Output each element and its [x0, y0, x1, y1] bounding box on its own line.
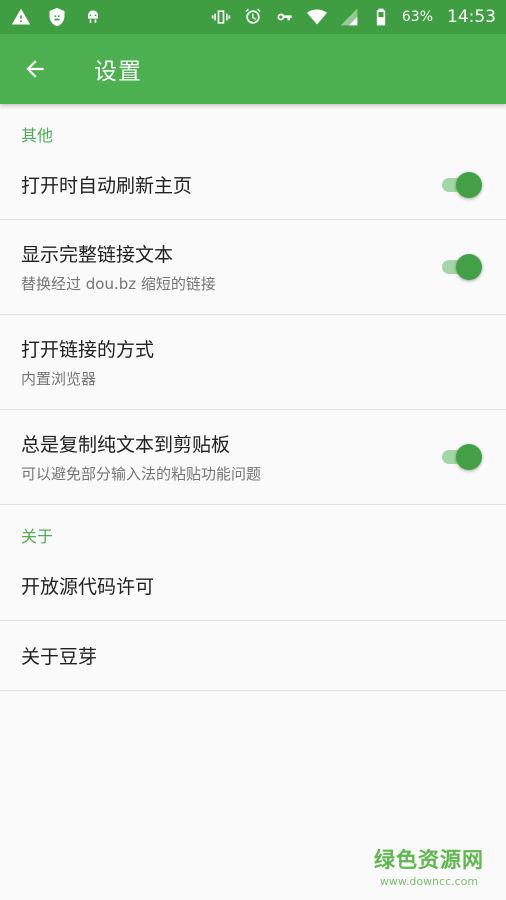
app-bar: 设置	[0, 34, 506, 104]
pref-summary: 内置浏览器	[21, 370, 97, 388]
pref-title: 总是复制纯文本到剪贴板	[21, 434, 231, 456]
full-link-text-toggle[interactable]	[442, 254, 482, 280]
battery-icon	[370, 6, 392, 28]
pref-open-source-licenses[interactable]: 开放源代码许可	[0, 551, 506, 621]
pref-title: 打开时自动刷新主页	[21, 175, 193, 197]
watermark-main: 绿色资源网	[374, 848, 484, 872]
section-header-about: 关于	[21, 527, 54, 546]
pref-title: 打开链接的方式	[21, 339, 155, 361]
alarm-icon	[242, 6, 264, 28]
key-icon	[274, 6, 296, 28]
wifi-icon	[306, 6, 328, 28]
pref-copy-plain-text[interactable]: 总是复制纯文本到剪贴板 可以避免部分输入法的粘贴功能问题	[0, 410, 506, 505]
pref-title: 关于豆芽	[21, 646, 98, 668]
toggle-thumb	[456, 254, 482, 280]
pref-title: 开放源代码许可	[21, 576, 155, 598]
vibrate-icon	[210, 6, 232, 28]
warning-icon	[10, 6, 32, 28]
watermark-sub: www.downcc.com	[379, 875, 479, 888]
page-title: 设置	[94, 59, 142, 85]
arrow-back-icon	[26, 60, 44, 78]
auto-refresh-toggle[interactable]	[442, 171, 482, 198]
pref-auto-refresh[interactable]: 打开时自动刷新主页	[0, 150, 506, 220]
status-icons-right: 63% 14:53	[210, 6, 496, 28]
pref-open-link-method[interactable]: 打开链接的方式 内置浏览器	[0, 315, 506, 410]
toggle-thumb	[456, 444, 482, 470]
copy-plain-text-toggle[interactable]	[442, 444, 482, 470]
pref-about-app[interactable]: 关于豆芽	[0, 621, 506, 691]
settings-list: 其他 打开时自动刷新主页 显示完整链接文本 替换经过 dou.bz 缩短的链接 …	[0, 104, 506, 691]
signal-icon	[338, 6, 360, 28]
android-icon	[82, 6, 104, 28]
pref-title: 显示完整链接文本	[21, 244, 174, 266]
shield-icon	[46, 6, 68, 28]
status-bar: 63% 14:53	[0, 0, 506, 34]
toggle-thumb	[456, 171, 482, 198]
status-icons-left	[10, 6, 104, 28]
clock: 14:53	[447, 7, 496, 27]
pref-summary: 替换经过 dou.bz 缩短的链接	[21, 275, 216, 293]
pref-full-link-text[interactable]: 显示完整链接文本 替换经过 dou.bz 缩短的链接	[0, 220, 506, 315]
pref-summary: 可以避免部分输入法的粘贴功能问题	[21, 465, 262, 483]
section-header-other: 其他	[21, 126, 54, 145]
back-button[interactable]	[0, 34, 70, 104]
battery-percent: 63%	[401, 9, 433, 25]
watermark: 绿色资源网 www.downcc.com	[374, 844, 484, 888]
